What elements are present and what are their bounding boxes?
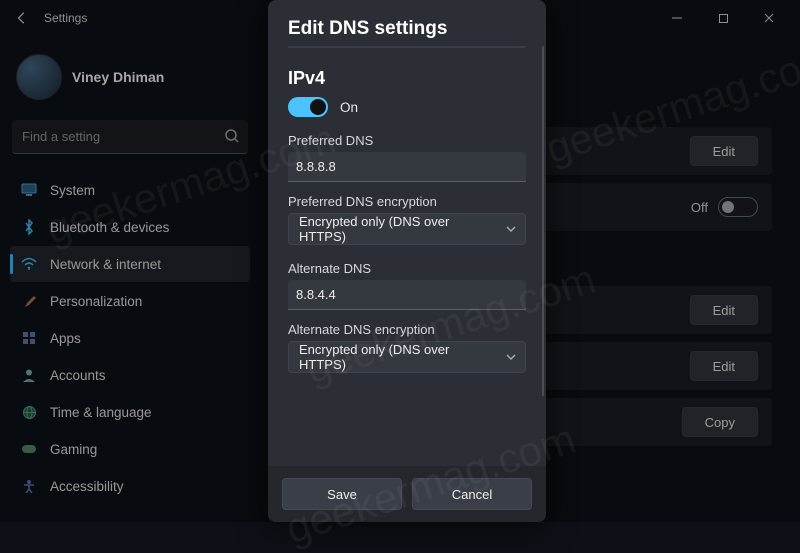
back-button[interactable] <box>8 4 36 32</box>
nav-accounts[interactable]: Accounts <box>10 357 250 393</box>
display-icon <box>20 181 38 199</box>
select-value: Encrypted only (DNS over HTTPS) <box>299 214 497 244</box>
edit-dns-dialog: Edit DNS settings IPv4 On Preferred DNS … <box>268 0 546 522</box>
brush-icon <box>20 292 38 310</box>
preferred-dns-label: Preferred DNS <box>288 133 526 148</box>
chevron-down-icon <box>505 223 517 235</box>
nav-apps[interactable]: Apps <box>10 320 250 356</box>
chevron-down-icon <box>505 351 517 363</box>
alternate-dns-input[interactable] <box>288 280 526 310</box>
nav-bluetooth[interactable]: Bluetooth & devices <box>10 209 250 245</box>
ipv4-toggle[interactable] <box>288 97 328 117</box>
wifi-icon <box>20 255 38 273</box>
close-button[interactable] <box>746 3 792 33</box>
toggle-on-label: On <box>340 100 358 115</box>
nav-label: Time & language <box>50 405 152 420</box>
nav-label: Bluetooth & devices <box>50 220 169 235</box>
scrollbar[interactable] <box>542 46 544 396</box>
nav-personalization[interactable]: Personalization <box>10 283 250 319</box>
globe-icon <box>20 403 38 421</box>
edit-button[interactable]: Edit <box>690 295 758 325</box>
search-input[interactable] <box>12 120 248 154</box>
dialog-title: Edit DNS settings <box>288 18 526 40</box>
off-label: Off <box>691 200 708 215</box>
search-icon <box>224 128 240 144</box>
edit-button[interactable]: Edit <box>690 136 758 166</box>
nav-label: Apps <box>50 331 81 346</box>
nav-list: System Bluetooth & devices Network & int… <box>10 172 250 504</box>
edit-button[interactable]: Edit <box>690 351 758 381</box>
nav-gaming[interactable]: Gaming <box>10 431 250 467</box>
minimize-button[interactable] <box>654 3 700 33</box>
user-name: Viney Dhiman <box>72 69 164 85</box>
preferred-dns-encryption-select[interactable]: Encrypted only (DNS over HTTPS) <box>288 213 526 245</box>
bluetooth-icon <box>20 218 38 236</box>
apps-icon <box>20 329 38 347</box>
select-value: Encrypted only (DNS over HTTPS) <box>299 342 497 372</box>
metered-toggle[interactable] <box>718 197 758 217</box>
nav-label: Network & internet <box>50 257 161 272</box>
nav-label: System <box>50 183 95 198</box>
sidebar: Viney Dhiman System Bluetooth & devices … <box>0 36 260 522</box>
ipv4-heading: IPv4 <box>288 68 526 89</box>
nav-time-language[interactable]: Time & language <box>10 394 250 430</box>
nav-label: Accounts <box>50 368 106 383</box>
accessibility-icon <box>20 477 38 495</box>
nav-label: Gaming <box>50 442 97 457</box>
nav-network[interactable]: Network & internet <box>10 246 250 282</box>
save-button[interactable]: Save <box>282 478 402 510</box>
alternate-dns-label: Alternate DNS <box>288 261 526 276</box>
maximize-button[interactable] <box>700 3 746 33</box>
nav-label: Accessibility <box>50 479 124 494</box>
nav-label: Personalization <box>50 294 142 309</box>
alternate-dns-encryption-label: Alternate DNS encryption <box>288 322 526 337</box>
alternate-dns-encryption-select[interactable]: Encrypted only (DNS over HTTPS) <box>288 341 526 373</box>
copy-button[interactable]: Copy <box>682 407 758 437</box>
nav-system[interactable]: System <box>10 172 250 208</box>
cancel-button[interactable]: Cancel <box>412 478 532 510</box>
preferred-dns-encryption-label: Preferred DNS encryption <box>288 194 526 209</box>
user-block[interactable]: Viney Dhiman <box>10 44 250 114</box>
preferred-dns-input[interactable] <box>288 152 526 182</box>
avatar <box>16 54 62 100</box>
nav-accessibility[interactable]: Accessibility <box>10 468 250 504</box>
dialog-divider <box>288 46 526 48</box>
person-icon <box>20 366 38 384</box>
gamepad-icon <box>20 440 38 458</box>
